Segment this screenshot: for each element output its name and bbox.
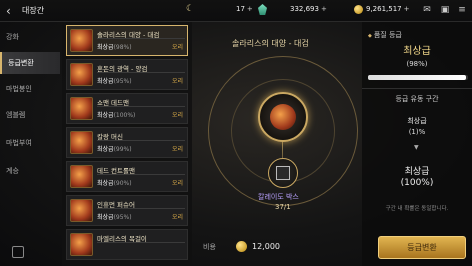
divider <box>97 72 185 73</box>
list-item[interactable]: 쇼맨 데드맨 최상급(100%) 오리 <box>66 93 188 124</box>
item-grade-pct: (100%) <box>113 112 136 119</box>
stat-value: 17 <box>236 5 245 13</box>
material-count: 37/1 <box>275 203 291 211</box>
result-grade-pct: (100%) <box>400 178 434 188</box>
material-slot[interactable] <box>268 158 298 188</box>
item-grade-label: 최상급 <box>97 112 114 119</box>
item-grade-pct: (99%) <box>113 146 132 153</box>
cost-value: 12,000 <box>252 242 280 251</box>
item-rank: 오리 <box>171 180 183 187</box>
result-grade: 최상급 <box>404 167 430 177</box>
range-grade: 최상급 <box>407 117 427 125</box>
weapon-icon <box>70 97 93 120</box>
quality-progress-bar <box>368 75 468 80</box>
chest-icon[interactable]: ▣ <box>438 3 452 17</box>
item-grade-label: 최상급 <box>97 146 114 153</box>
item-grade: 최상급(99%) <box>97 144 132 153</box>
divider <box>97 174 185 175</box>
grade-info-panel: 품질 등급 최상급 (98%) 등급 유동 구간 최상급 (1)% ▼ 최상급 … <box>362 22 472 266</box>
sidebar-nav: 강화 등급변환 마법봉인 엠블렘 마법부여 계승 <box>0 22 60 266</box>
gold-coin-icon <box>236 241 247 252</box>
divider <box>97 242 185 243</box>
current-grade-pct: (98%) <box>406 60 428 68</box>
cost-label: 비용 <box>203 243 216 251</box>
list-item[interactable]: 데드 컨트롤맨 최상급(90%) 오리 <box>66 161 188 192</box>
divider <box>97 106 185 107</box>
gold-plus-button[interactable]: + <box>404 5 410 13</box>
item-grade: 최상급(95%) <box>97 212 132 221</box>
moon-icon: ☾ <box>186 4 195 14</box>
item-rank: 오리 <box>171 78 183 85</box>
top-bar: ‹ 대장간 ☾ 17 + 332,693 + 9,261,517 + ✉ ▣ ≡ <box>0 0 472 22</box>
range-note: 구간 내 확률은 동일합니다. <box>385 206 449 212</box>
weapon-icon <box>70 131 93 154</box>
quality-progress-fill <box>368 75 466 80</box>
divider <box>97 38 185 39</box>
gem-plus-button[interactable]: + <box>321 5 327 13</box>
item-grade: 최상급(100%) <box>97 110 135 119</box>
weapon-icon <box>70 63 93 86</box>
weapon-icon <box>70 165 93 188</box>
item-grade-pct: (95%) <box>113 78 132 85</box>
stat-plus-button[interactable]: + <box>247 5 253 13</box>
weapon-icon <box>270 104 296 130</box>
selected-item-title: 솔라리스의 대양 - 대검 <box>232 39 309 48</box>
list-item[interactable]: 칼랑 머신 최상급(99%) 오리 <box>66 127 188 158</box>
item-grade-label: 최상급 <box>97 180 114 187</box>
item-grade: 최상급(98%) <box>97 42 132 51</box>
filter-checkbox[interactable] <box>12 246 24 258</box>
mail-icon[interactable]: ✉ <box>420 3 434 17</box>
sidebar-item-inherit[interactable]: 계승 <box>0 160 60 182</box>
item-rank: 오리 <box>171 112 183 119</box>
item-grade-pct: (98%) <box>113 44 132 51</box>
sidebar-item-grade-convert[interactable]: 등급변환 <box>0 52 60 74</box>
selected-weapon-emblem <box>258 92 308 142</box>
kaleido-box-icon <box>276 166 290 180</box>
current-grade: 최상급 <box>403 46 431 57</box>
sidebar-item-emblem[interactable]: 엠블렘 <box>0 104 60 126</box>
item-rank: 오리 <box>171 214 183 221</box>
item-grade: 최상급(90%) <box>97 178 132 187</box>
item-grade: 최상급(95%) <box>97 76 132 85</box>
item-list: 솔라리스의 대양 - 대검 최상급(98%) 오리 혼돈의 광역 - 양검 최상… <box>62 22 192 266</box>
item-rank: 오리 <box>171 44 183 51</box>
item-grade-label: 최상급 <box>97 44 114 51</box>
stat-counter: 17 + <box>236 5 253 13</box>
gem-value: 332,693 <box>290 5 319 13</box>
divider <box>97 140 185 141</box>
gold-value: 9,261,517 <box>366 5 402 13</box>
weapon-icon <box>70 199 93 222</box>
menu-icon[interactable]: ≡ <box>455 3 469 17</box>
sidebar-item-enhance[interactable]: 강화 <box>0 26 60 48</box>
gem-icon <box>258 4 267 15</box>
page-title: 대장간 <box>22 6 45 15</box>
list-item[interactable]: 솔라리스의 대양 - 대검 최상급(98%) 오리 <box>66 25 188 56</box>
divider <box>362 88 472 89</box>
divider <box>97 208 185 209</box>
gold-counter: 9,261,517 + <box>366 5 410 13</box>
back-icon[interactable]: ‹ <box>6 4 20 18</box>
down-arrow-icon: ▼ <box>414 144 419 151</box>
grade-convert-button[interactable]: 등급변환 <box>378 236 466 259</box>
gold-coin-icon <box>354 5 363 14</box>
item-grade-pct: (90%) <box>113 180 132 187</box>
quality-grade-heading: 품질 등급 <box>368 30 402 40</box>
item-rank: 오리 <box>171 146 183 153</box>
weapon-icon <box>70 29 93 52</box>
item-grade-label: 최상급 <box>97 214 114 221</box>
sidebar-item-enchant[interactable]: 마법부여 <box>0 132 60 154</box>
list-item[interactable]: 혼돈의 광역 - 양검 최상급(95%) 오리 <box>66 59 188 90</box>
necklace-icon <box>70 233 93 256</box>
item-grade-label: 최상급 <box>97 78 114 85</box>
list-item[interactable]: 인휴먼 퍼슈어 최상급(95%) 오리 <box>66 195 188 226</box>
list-item[interactable]: 마엘리스의 목걸이 <box>66 229 188 260</box>
range-pct: (1)% <box>408 128 426 136</box>
gem-counter: 332,693 + <box>290 5 327 13</box>
material-name: 칼레이도 박스 <box>258 193 299 201</box>
item-grade-pct: (95%) <box>113 214 132 221</box>
sidebar-item-magic-seal[interactable]: 마법봉인 <box>0 78 60 100</box>
range-heading: 등급 유동 구간 <box>395 95 439 103</box>
